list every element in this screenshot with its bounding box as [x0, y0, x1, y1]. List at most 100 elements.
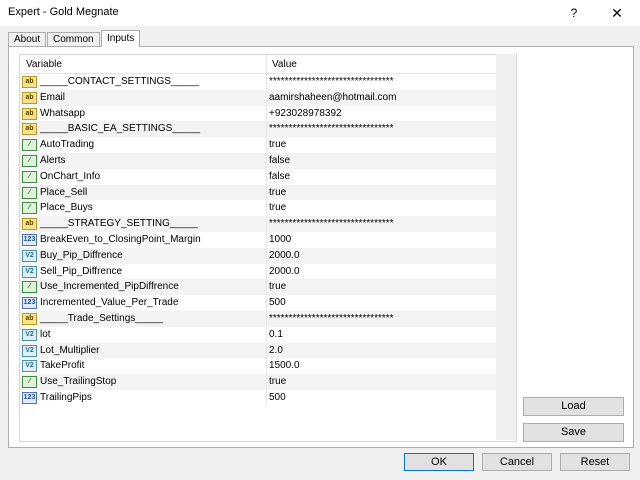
table-row[interactable]: ab _____BASIC_EA_SETTINGS_____ ***********… — [20, 121, 516, 138]
table-row[interactable]: ⁄ OnChart_Info false — [20, 168, 516, 185]
row-value[interactable]: ******************************** — [269, 313, 394, 324]
row-divider — [266, 295, 267, 311]
bool-type-icon: ⁄ — [22, 281, 37, 294]
row-value[interactable]: 1000 — [269, 234, 291, 245]
row-divider — [266, 89, 267, 106]
inputs-grid: Variable Value ab _____CONTACT_SETTINGS__… — [19, 54, 517, 442]
table-row[interactable]: ⁄ Alerts false — [20, 152, 516, 169]
table-row[interactable]: V2 TakeProfit 1500.0 — [20, 358, 516, 375]
tab-inputs[interactable]: Inputs — [101, 30, 141, 47]
bool-type-icon: ⁄ — [22, 202, 37, 215]
table-row[interactable]: ab Whatsapp +923028978392 — [20, 105, 516, 122]
row-variable-name: OnChart_Info — [40, 170, 101, 182]
table-row[interactable]: V2 Buy_Pip_Diffrence 2000.0 — [20, 247, 516, 264]
row-variable-name: Whatsapp — [40, 107, 86, 119]
help-button[interactable]: ? — [562, 2, 586, 24]
row-divider — [266, 374, 267, 390]
table-row[interactable]: ⁄ Place_Buys true — [20, 200, 516, 217]
double-type-icon: V2 — [22, 249, 37, 262]
row-divider — [266, 137, 267, 153]
ok-button[interactable]: OK — [404, 453, 474, 471]
string-type-icon: ab — [22, 218, 37, 231]
bool-type-icon: ⁄ — [22, 154, 37, 167]
int-type-icon: 123 — [22, 391, 37, 404]
row-variable-name: Use_TrailingStop — [40, 376, 117, 388]
row-value[interactable]: 500 — [269, 392, 286, 403]
row-variable-name: Lot_Multiplier — [40, 344, 100, 356]
row-divider — [266, 231, 267, 248]
table-row[interactable]: V2 Lot_Multiplier 2.0 — [20, 342, 516, 359]
table-row[interactable]: ⁄ Use_Incremented_PipDiffrence true — [20, 279, 516, 296]
table-row[interactable]: 123 BreakEven_to_ClosingPoint_Margin 1000 — [20, 231, 516, 248]
title-bar: Expert - Gold Megnate ? ✕ — [0, 0, 640, 26]
row-value[interactable]: 0.1 — [269, 329, 283, 340]
table-row[interactable]: ab Email aamirshaheen@hotmail.com — [20, 89, 516, 106]
header-divider — [266, 55, 267, 73]
row-variable-name: Incremented_Value_Per_Trade — [40, 297, 179, 309]
row-value[interactable]: 2000.0 — [269, 250, 300, 261]
row-variable-name: Place_Sell — [40, 186, 88, 198]
bool-type-icon: ⁄ — [22, 139, 37, 152]
row-divider — [266, 216, 267, 232]
row-divider — [266, 310, 267, 327]
row-variable-name: TrailingPips — [40, 391, 92, 403]
row-value[interactable]: true — [269, 281, 286, 292]
int-type-icon: 123 — [22, 233, 37, 246]
row-value[interactable]: true — [269, 376, 286, 387]
row-divider — [266, 184, 267, 201]
table-row[interactable]: ab _____CONTACT_SETTINGS_____ ************… — [20, 74, 516, 90]
double-type-icon: V2 — [22, 344, 37, 357]
row-divider — [266, 152, 267, 169]
table-row[interactable]: ⁄ Use_TrailingStop true — [20, 374, 516, 390]
table-row[interactable]: 123 Incremented_Value_Per_Trade 500 — [20, 295, 516, 311]
grid-rows: ab _____CONTACT_SETTINGS_____ ************… — [20, 74, 516, 406]
row-value[interactable]: false — [269, 171, 290, 182]
string-type-icon: ab — [22, 123, 37, 136]
row-variable-name: _____CONTACT_SETTINGS_____ — [40, 76, 199, 87]
save-button[interactable]: Save — [523, 423, 624, 442]
row-variable-name: _____Trade_Settings_____ — [40, 312, 164, 324]
row-value[interactable]: 2000.0 — [269, 266, 300, 277]
row-variable-name: BreakEven_to_ClosingPoint_Margin — [40, 233, 201, 245]
table-row[interactable]: 123 TrailingPips 500 — [20, 389, 516, 406]
row-value[interactable]: 2.0 — [269, 345, 283, 356]
tab-about[interactable]: About — [8, 32, 47, 47]
row-value[interactable]: 1500.0 — [269, 360, 300, 371]
row-value[interactable]: ******************************** — [269, 76, 394, 87]
row-variable-name: _____BASIC_EA_SETTINGS_____ — [40, 123, 201, 135]
header-value[interactable]: Value — [272, 59, 297, 70]
table-row[interactable]: V2 Sell_Pip_Diffrence 2000.0 — [20, 263, 516, 280]
table-row[interactable]: V2 lot 0.1 — [20, 326, 516, 343]
row-divider — [266, 358, 267, 375]
tab-common[interactable]: Common — [47, 32, 100, 47]
load-button[interactable]: Load — [523, 397, 624, 416]
close-button[interactable]: ✕ — [604, 2, 630, 24]
string-type-icon: ab — [22, 91, 37, 104]
row-value[interactable]: false — [269, 155, 290, 166]
row-value[interactable]: ******************************** — [269, 218, 394, 229]
table-row[interactable]: ab _____STRATEGY_SETTING_____ ************… — [20, 216, 516, 232]
window-title: Expert - Gold Megnate — [8, 6, 119, 18]
row-value[interactable]: +923028978392 — [269, 108, 342, 119]
grid-header: Variable Value — [20, 55, 516, 74]
row-divider — [266, 389, 267, 406]
row-value[interactable]: true — [269, 202, 286, 213]
bool-type-icon: ⁄ — [22, 376, 37, 389]
table-row[interactable]: ab _____Trade_Settings_____ **************… — [20, 310, 516, 327]
table-row[interactable]: ⁄ Place_Sell true — [20, 184, 516, 201]
header-variable[interactable]: Variable — [26, 59, 62, 70]
cancel-button[interactable]: Cancel — [482, 453, 552, 471]
row-value[interactable]: true — [269, 139, 286, 150]
string-type-icon: ab — [22, 312, 37, 325]
int-type-icon: 123 — [22, 297, 37, 310]
row-divider — [266, 74, 267, 90]
table-row[interactable]: ⁄ AutoTrading true — [20, 137, 516, 153]
row-divider — [266, 121, 267, 138]
row-value[interactable]: ******************************** — [269, 123, 394, 134]
row-divider — [266, 326, 267, 343]
row-value[interactable]: aamirshaheen@hotmail.com — [269, 92, 396, 103]
row-value[interactable]: true — [269, 187, 286, 198]
row-divider — [266, 168, 267, 185]
reset-button[interactable]: Reset — [560, 453, 630, 471]
row-value[interactable]: 500 — [269, 297, 286, 308]
